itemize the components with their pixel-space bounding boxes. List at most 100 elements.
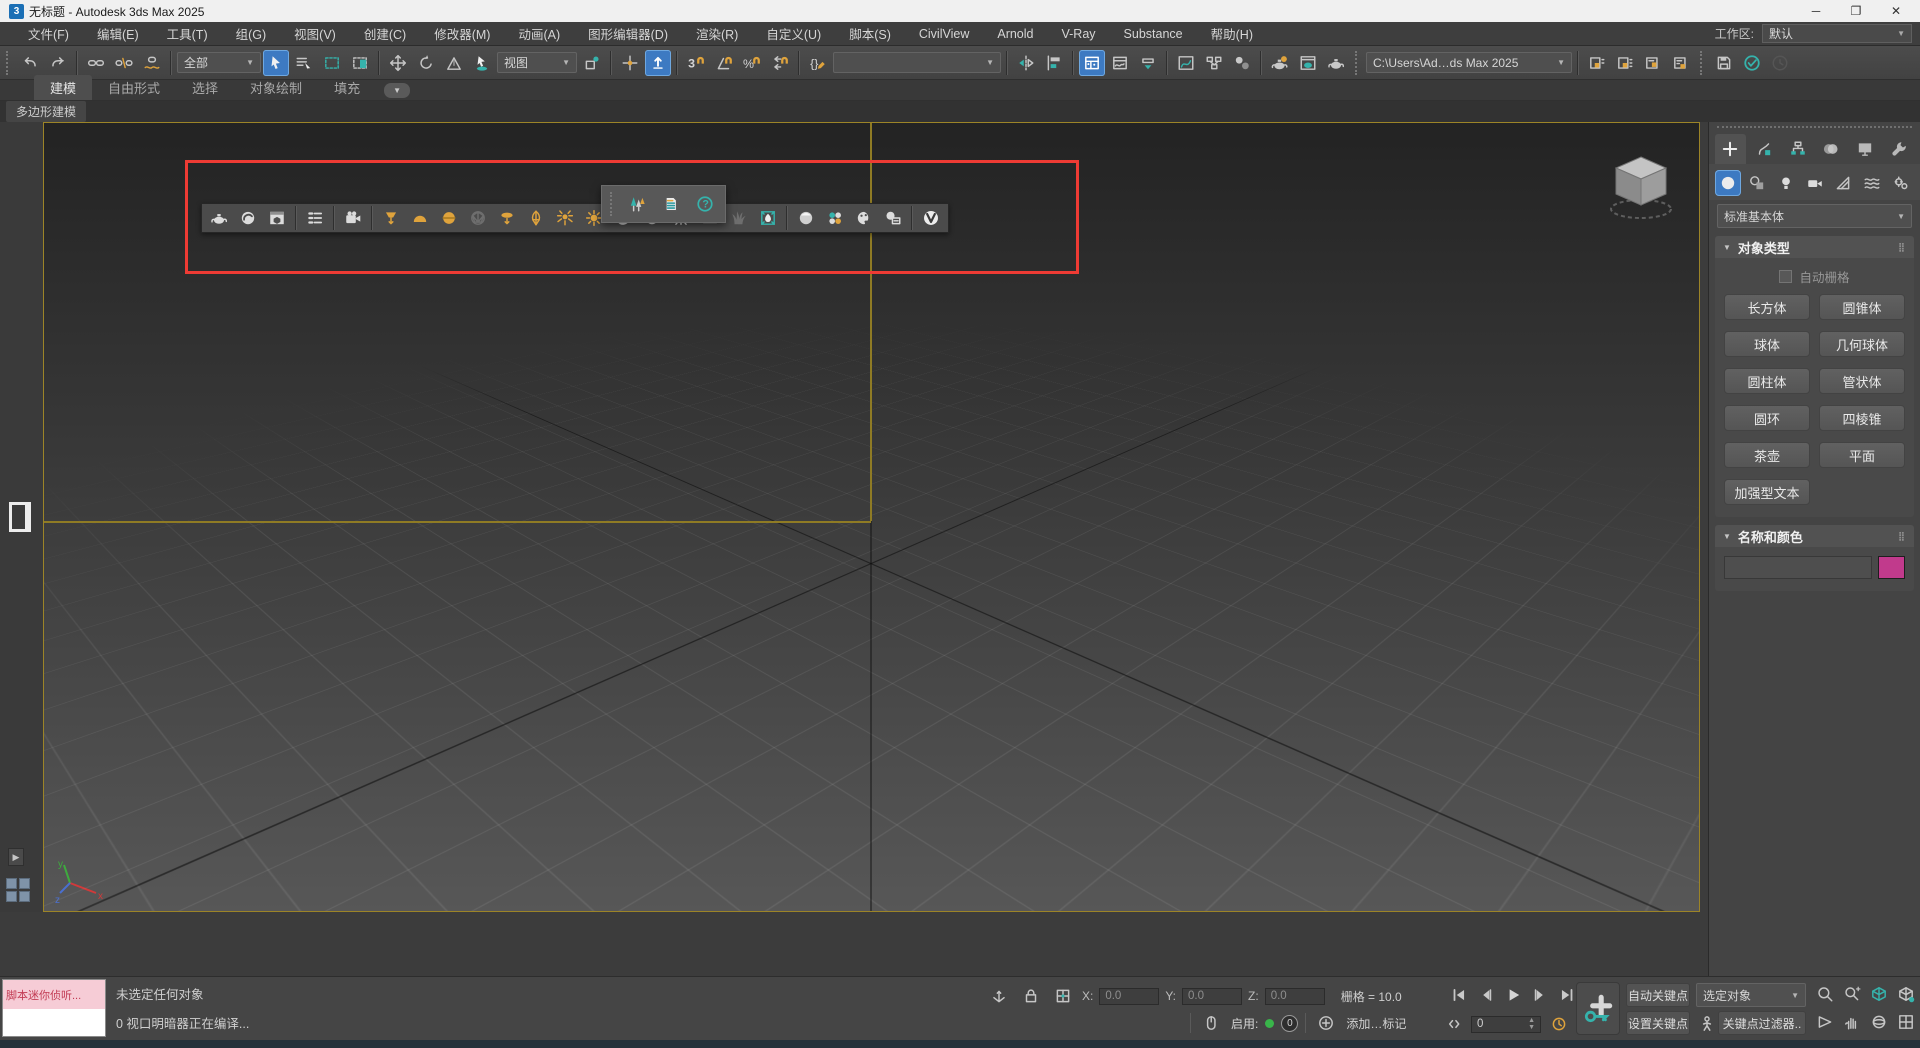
ribbon-tab-建模[interactable]: 建模 xyxy=(34,75,92,100)
viewport-layout-tab-icon[interactable] xyxy=(9,502,31,532)
menu-CivilView[interactable]: CivilView xyxy=(905,27,983,41)
mouse-input-icon[interactable] xyxy=(1198,1010,1224,1036)
category-geometry[interactable] xyxy=(1715,170,1741,196)
keyboard-shortcut-override-icon[interactable] xyxy=(645,50,671,76)
z-coordinate-field[interactable]: 0.0 xyxy=(1265,988,1325,1005)
category-systems[interactable] xyxy=(1888,170,1914,196)
key-filters-figure-icon[interactable] xyxy=(1694,1011,1720,1037)
selection-set-dropdown[interactable]: 选定对象▼ xyxy=(1696,983,1806,1007)
next-frame-button[interactable] xyxy=(1527,982,1553,1008)
pan-hand-icon[interactable] xyxy=(1839,1009,1865,1035)
previous-frame-button[interactable] xyxy=(1473,982,1499,1008)
y-coordinate-field[interactable]: 0.0 xyxy=(1182,988,1242,1005)
menu-工具T[interactable]: 工具(T) xyxy=(153,24,222,43)
category-shapes[interactable] xyxy=(1744,170,1770,196)
maxscript-mini-listener[interactable]: 脚本迷你侦听... xyxy=(2,979,106,1037)
maximize-button[interactable]: ❐ xyxy=(1836,0,1876,22)
toggle-layer-explorer-icon[interactable] xyxy=(1107,50,1133,76)
workspace-dropdown[interactable]: 默认▼ xyxy=(1762,24,1912,43)
tab-polygon-modeling[interactable]: 多边形建模 xyxy=(6,101,86,122)
spinner-snap-toggle-icon[interactable] xyxy=(767,50,793,76)
primitive-button-圆柱体[interactable]: 圆柱体 xyxy=(1724,368,1810,394)
panel-tab-display[interactable] xyxy=(1850,134,1881,164)
select-by-name-icon[interactable] xyxy=(291,50,317,76)
percent-snap-toggle-icon[interactable]: % xyxy=(739,50,765,76)
menu-创建C[interactable]: 创建(C) xyxy=(350,24,420,43)
set-key-big-button[interactable] xyxy=(1576,982,1620,1035)
named-selection-sets-dropdown[interactable]: ▼ xyxy=(833,52,1001,73)
object-color-swatch[interactable] xyxy=(1878,556,1905,579)
curve-editor-icon[interactable] xyxy=(1173,50,1199,76)
primitive-button-圆环[interactable]: 圆环 xyxy=(1724,405,1810,431)
redo-icon[interactable] xyxy=(45,50,71,76)
panel-tab-hierarchy[interactable] xyxy=(1782,134,1813,164)
autogrid-checkbox[interactable] xyxy=(1779,270,1792,283)
project-folder-dropdown[interactable]: C:\Users\Ad…ds Max 2025▼ xyxy=(1366,52,1572,73)
menu-渲染R[interactable]: 渲染(R) xyxy=(682,24,752,43)
primitive-button-平面[interactable]: 平面 xyxy=(1819,442,1905,468)
time-tag-icon[interactable] xyxy=(1313,1010,1339,1036)
absolute-offset-toggle-icon[interactable] xyxy=(1050,983,1076,1009)
viewcube[interactable] xyxy=(1598,145,1684,231)
category-lights[interactable] xyxy=(1773,170,1799,196)
render-setup-icon[interactable] xyxy=(1267,50,1293,76)
ribbon-tab-对象绘制[interactable]: 对象绘制 xyxy=(234,75,318,100)
primitive-button-几何球体[interactable]: 几何球体 xyxy=(1819,331,1905,357)
material-editor-icon[interactable] xyxy=(1229,50,1255,76)
play-button[interactable] xyxy=(1500,982,1526,1008)
panel-tab-motion[interactable] xyxy=(1816,134,1847,164)
menu-脚本S[interactable]: 脚本(S) xyxy=(835,24,905,43)
snaps-toggle-3d-icon[interactable]: 3 xyxy=(683,50,709,76)
expand-arrow-icon[interactable]: ▶ xyxy=(8,848,24,866)
zoom-all-icon[interactable] xyxy=(1839,981,1865,1007)
category-cameras[interactable] xyxy=(1802,170,1828,196)
panel-toggle-2-icon[interactable] xyxy=(1612,50,1638,76)
zoom-extents-all-icon[interactable] xyxy=(1893,981,1919,1007)
viewport-layout-grid-icon[interactable] xyxy=(6,878,32,904)
selection-lock-icon[interactable] xyxy=(1018,983,1044,1009)
window-crossing-toggle-icon[interactable] xyxy=(347,50,373,76)
toolbar-grip[interactable] xyxy=(6,51,11,75)
toggle-scene-explorer-icon[interactable] xyxy=(1079,50,1105,76)
key-step-toggle-icon[interactable] xyxy=(1448,1011,1466,1037)
select-and-rotate-icon[interactable] xyxy=(413,50,439,76)
primitive-button-茶壶[interactable]: 茶壶 xyxy=(1724,442,1810,468)
select-and-link-icon[interactable] xyxy=(83,50,109,76)
minimize-button[interactable]: ─ xyxy=(1796,0,1836,22)
name-color-rollout-header[interactable]: ▼ 名称和颜色 ⣿ xyxy=(1715,525,1914,547)
object-name-field[interactable] xyxy=(1724,556,1872,579)
menu-视图V[interactable]: 视图(V) xyxy=(280,24,350,43)
primitive-button-圆锥体[interactable]: 圆锥体 xyxy=(1819,294,1905,320)
ribbon-tab-填充[interactable]: 填充 xyxy=(318,75,376,100)
bind-to-space-warp-icon[interactable] xyxy=(139,50,165,76)
reference-coordinate-system-dropdown[interactable]: 视图▼ xyxy=(497,52,577,73)
key-filters-button[interactable]: 关键点过滤器.. xyxy=(1718,1011,1806,1035)
menu-编辑E[interactable]: 编辑(E) xyxy=(83,24,153,43)
select-object-icon[interactable] xyxy=(263,50,289,76)
primitive-button-管状体[interactable]: 管状体 xyxy=(1819,368,1905,394)
use-pivot-point-center-icon[interactable] xyxy=(579,50,605,76)
select-and-place-icon[interactable] xyxy=(469,50,495,76)
panel-tab-utilities[interactable] xyxy=(1883,134,1914,164)
menu-图形编辑器D[interactable]: 图形编辑器(D) xyxy=(574,24,682,43)
auto-key-button[interactable]: 自动关键点 xyxy=(1626,983,1690,1007)
selection-filter-dropdown[interactable]: 全部▼ xyxy=(177,52,261,73)
align-icon[interactable] xyxy=(1041,50,1067,76)
menu-动画A[interactable]: 动画(A) xyxy=(504,24,574,43)
close-button[interactable]: ✕ xyxy=(1876,0,1916,22)
save-file-icon[interactable] xyxy=(1711,50,1737,76)
time-configuration-icon[interactable] xyxy=(1546,1011,1572,1037)
field-of-view-icon[interactable] xyxy=(1812,1009,1838,1035)
ribbon-tab-自由形式[interactable]: 自由形式 xyxy=(92,75,176,100)
menu-组G[interactable]: 组(G) xyxy=(222,24,281,43)
current-frame-field[interactable]: 0▲▼ xyxy=(1471,1016,1541,1033)
orbit-icon[interactable] xyxy=(1866,1009,1892,1035)
schematic-view-icon[interactable] xyxy=(1201,50,1227,76)
set-key-button[interactable]: 设置关键点 xyxy=(1626,1011,1690,1035)
maximize-viewport-icon[interactable] xyxy=(1893,1009,1919,1035)
edit-named-selection-sets-icon[interactable]: {} xyxy=(805,50,831,76)
render-production-icon[interactable] xyxy=(1323,50,1349,76)
menu-Substance[interactable]: Substance xyxy=(1110,27,1197,41)
add-time-tag[interactable]: 添加…标记 xyxy=(1346,1015,1406,1032)
menu-帮助H[interactable]: 帮助(H) xyxy=(1197,24,1267,43)
